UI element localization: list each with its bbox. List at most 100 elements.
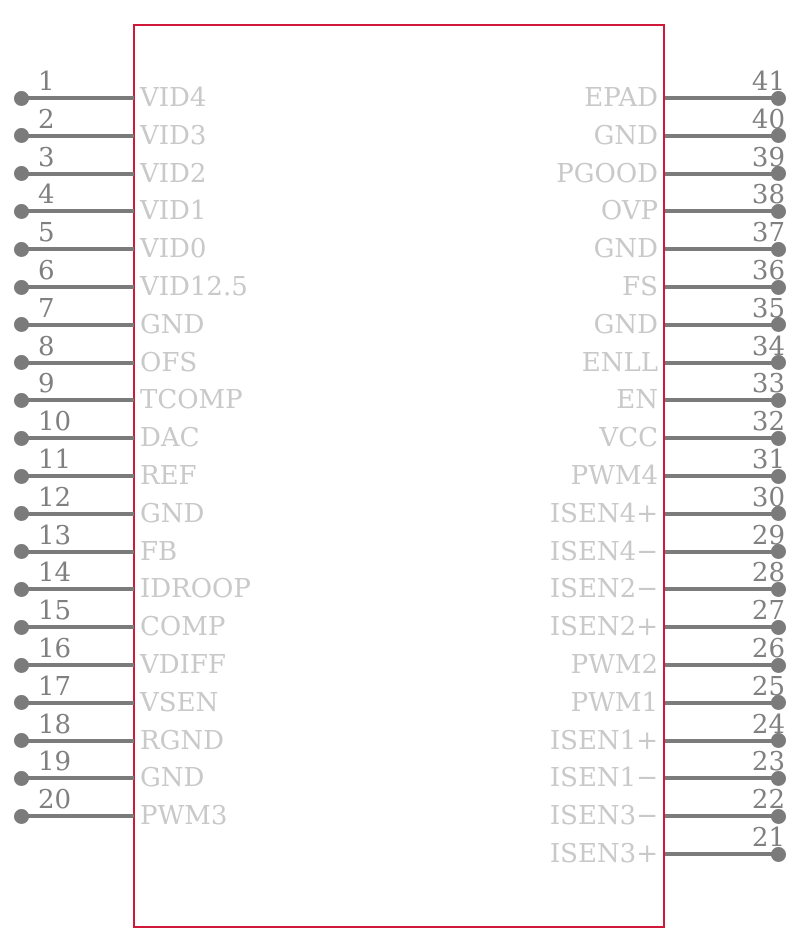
pin-name-8: OFS xyxy=(140,347,198,378)
pin-terminal-dot-1[interactable] xyxy=(14,90,29,106)
pin-number-9: 9 xyxy=(38,369,55,400)
pin-number-27: 27 xyxy=(751,596,785,627)
pin-number-28: 28 xyxy=(751,558,785,589)
pin-number-31: 31 xyxy=(751,445,785,475)
pin-number-16: 16 xyxy=(38,634,72,664)
pin-terminal-dot-12[interactable] xyxy=(14,506,29,522)
pin-number-7: 7 xyxy=(38,293,55,324)
pin-name-14: IDROOP xyxy=(140,574,251,605)
pin-name-15: COMP xyxy=(140,612,226,643)
pin-number-41: 41 xyxy=(751,67,785,97)
pin-number-38: 38 xyxy=(751,180,785,211)
pin-name-5: VID0 xyxy=(140,234,207,265)
pin-name-9: TCOMP xyxy=(140,385,243,416)
pin-name-17: VSEN xyxy=(140,687,219,718)
pin-name-1: VID4 xyxy=(140,83,207,113)
pin-name-32: VCC xyxy=(599,423,658,454)
pin-name-20: PWM3 xyxy=(140,801,228,832)
pin-number-8: 8 xyxy=(38,331,55,362)
pin-number-4: 4 xyxy=(38,180,55,211)
pin-number-17: 17 xyxy=(38,671,72,702)
pin-name-28: ISEN2− xyxy=(549,574,658,605)
pin-terminal-dot-17[interactable] xyxy=(14,695,29,711)
pin-number-20: 20 xyxy=(38,785,72,816)
pin-number-5: 5 xyxy=(38,218,55,249)
pin-terminal-dot-8[interactable] xyxy=(14,355,29,371)
pin-number-23: 23 xyxy=(751,747,785,778)
pin-terminal-dot-20[interactable] xyxy=(14,808,29,824)
pin-name-38: OVP xyxy=(600,196,658,227)
pin-number-18: 18 xyxy=(38,709,72,740)
pin-terminal-dot-13[interactable] xyxy=(14,544,29,560)
pin-name-35: GND xyxy=(593,309,658,340)
pin-number-34: 34 xyxy=(751,331,785,362)
pin-number-13: 13 xyxy=(38,520,72,551)
pin-name-6: VID12.5 xyxy=(140,272,248,302)
pin-number-37: 37 xyxy=(751,218,785,249)
pin-name-40: GND xyxy=(593,120,658,151)
pin-name-39: PGOOD xyxy=(556,158,658,189)
pin-terminal-dot-19[interactable] xyxy=(14,770,29,786)
pin-number-21: 21 xyxy=(751,823,785,853)
pin-name-23: ISEN1− xyxy=(549,763,658,794)
pin-number-15: 15 xyxy=(38,596,72,627)
schematic-symbol-canvas: 1 VID4 2 VID3 3 VID2 4 VID1 5 VID0 6 VID12.5 7 GND 8 OF… xyxy=(0,0,800,952)
pin-number-32: 32 xyxy=(751,407,785,438)
pin-number-6: 6 xyxy=(38,256,55,286)
pin-number-10: 10 xyxy=(38,407,72,438)
pin-terminal-dot-16[interactable] xyxy=(14,657,29,673)
pin-number-36: 36 xyxy=(751,256,785,286)
pin-number-40: 40 xyxy=(751,104,785,135)
pin-name-24: ISEN1+ xyxy=(549,725,658,756)
pin-number-12: 12 xyxy=(38,482,72,513)
pin-name-36: FS xyxy=(622,272,658,302)
pin-name-29: ISEN4− xyxy=(549,536,658,567)
pin-number-11: 11 xyxy=(38,445,72,475)
pin-name-10: DAC xyxy=(140,423,200,454)
pin-name-2: VID3 xyxy=(140,120,207,151)
pin-name-34: ENLL xyxy=(581,347,658,378)
pin-name-22: ISEN3− xyxy=(549,801,658,832)
pin-terminal-dot-14[interactable] xyxy=(14,581,29,597)
pin-number-14: 14 xyxy=(38,558,72,589)
pin-name-26: PWM2 xyxy=(570,650,658,680)
pin-name-19: GND xyxy=(140,763,205,794)
pin-terminal-dot-11[interactable] xyxy=(14,468,29,484)
pin-number-30: 30 xyxy=(751,482,785,513)
pin-terminal-dot-15[interactable] xyxy=(14,619,29,635)
pin-name-18: RGND xyxy=(140,725,224,756)
pin-number-25: 25 xyxy=(751,671,785,702)
pin-name-25: PWM1 xyxy=(570,687,658,718)
pin-number-1: 1 xyxy=(38,67,55,97)
pin-name-13: FB xyxy=(140,536,178,567)
pin-name-4: VID1 xyxy=(140,196,207,227)
pin-name-41: EPAD xyxy=(584,83,658,113)
pin-name-30: ISEN4+ xyxy=(549,498,658,529)
pin-number-19: 19 xyxy=(38,747,72,778)
pin-name-31: PWM4 xyxy=(570,461,658,491)
pin-terminal-dot-10[interactable] xyxy=(14,430,29,446)
pin-number-26: 26 xyxy=(751,634,785,664)
pin-name-7: GND xyxy=(140,309,205,340)
pin-terminal-dot-3[interactable] xyxy=(14,166,29,182)
pin-name-27: ISEN2+ xyxy=(549,612,658,643)
pin-number-39: 39 xyxy=(751,142,785,173)
pin-terminal-dot-4[interactable] xyxy=(14,203,29,219)
pin-terminal-dot-2[interactable] xyxy=(14,128,29,144)
pin-name-3: VID2 xyxy=(140,158,207,189)
pin-name-21: ISEN3+ xyxy=(549,839,658,869)
pin-terminal-dot-7[interactable] xyxy=(14,317,29,333)
pin-number-24: 24 xyxy=(751,709,785,740)
pin-number-22: 22 xyxy=(751,785,785,816)
pin-name-11: REF xyxy=(140,461,197,491)
pin-number-29: 29 xyxy=(751,520,785,551)
pin-terminal-dot-5[interactable] xyxy=(14,241,29,257)
pin-name-33: EN xyxy=(616,385,658,416)
pin-terminal-dot-9[interactable] xyxy=(14,392,29,408)
pin-terminal-dot-18[interactable] xyxy=(14,733,29,749)
pin-name-16: VDIFF xyxy=(140,650,226,680)
pin-number-3: 3 xyxy=(38,142,55,173)
pin-number-2: 2 xyxy=(38,104,55,135)
pin-terminal-dot-6[interactable] xyxy=(14,279,29,295)
pin-number-33: 33 xyxy=(751,369,785,400)
